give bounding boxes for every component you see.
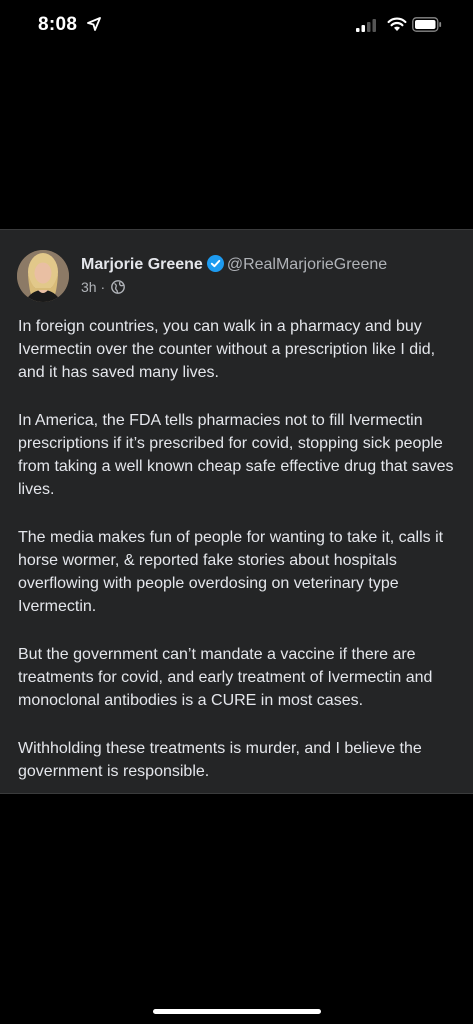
post-paragraph: But the government can’t mandate a vacci…: [18, 646, 433, 709]
author-name[interactable]: Marjorie Greene: [81, 256, 203, 273]
globe-icon: [111, 280, 125, 294]
battery-icon: [412, 17, 442, 32]
post-paragraph: In America, the FDA tells pharmacies not…: [18, 412, 454, 498]
home-indicator[interactable]: [153, 1009, 321, 1014]
post-paragraph: In foreign countries, you can walk in a …: [18, 318, 436, 381]
post-card: Marjorie Greene @RealMarjorieGreene 3h ·…: [0, 229, 473, 794]
author-line: Marjorie Greene @RealMarjorieGreene: [81, 255, 387, 274]
verified-badge-icon: [206, 255, 224, 272]
author-handle[interactable]: @RealMarjorieGreene: [227, 256, 387, 273]
post-body: In foreign countries, you can walk in a …: [18, 315, 458, 808]
avatar[interactable]: [17, 250, 69, 302]
post-paragraph: Withholding these treatments is murder, …: [18, 740, 422, 780]
wifi-icon: [387, 17, 407, 31]
post-meta: 3h ·: [81, 279, 125, 295]
avatar-image: [17, 250, 69, 302]
signal-icon: [356, 19, 376, 32]
post-paragraph: The media makes fun of people for wantin…: [18, 529, 444, 615]
post-timestamp[interactable]: 3h: [81, 279, 97, 295]
status-bar: 8:08: [0, 0, 473, 54]
location-arrow-icon: [87, 17, 101, 31]
status-time: 8:08: [38, 14, 78, 35]
meta-separator: ·: [100, 279, 106, 295]
